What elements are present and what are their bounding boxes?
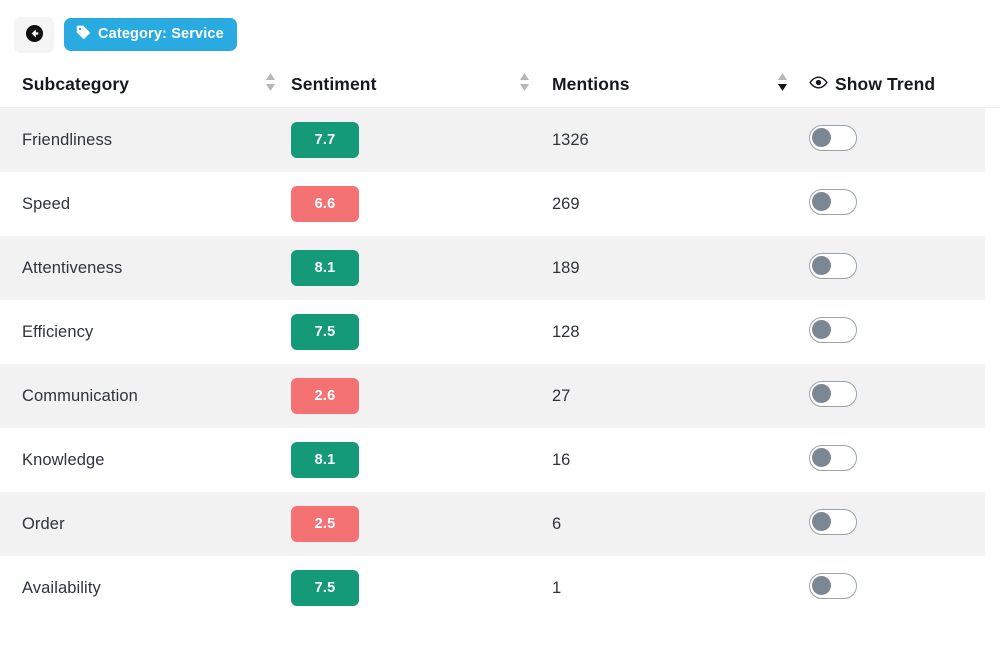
cell-mentions: 27 [552,386,571,405]
back-button[interactable] [14,16,54,53]
show-trend-toggle[interactable] [809,316,857,343]
tag-icon [75,24,91,44]
column-header-show-trend-label: Show Trend [835,74,936,94]
column-header-mentions[interactable]: Mentions [542,74,764,95]
show-trend-toggle[interactable] [809,380,857,407]
toggle-knob [812,319,832,339]
table-row[interactable]: Friendliness 7.7 1326 [0,108,985,172]
eye-icon [809,74,828,95]
table-row[interactable]: Knowledge 8.1 16 [0,428,985,492]
toggle-knob [812,383,832,403]
show-trend-toggle[interactable] [809,188,857,215]
cell-subcategory: Friendliness [22,130,113,149]
sort-control-mentions[interactable] [764,71,800,98]
arrow-left-circle-icon [25,24,44,46]
show-trend-toggle[interactable] [809,444,857,471]
table-row[interactable]: Speed 6.6 269 [0,172,985,236]
category-filter-label: Category: Service [98,25,224,42]
sort-control-sentiment[interactable] [506,71,542,98]
show-trend-toggle[interactable] [809,252,857,279]
cell-mentions: 1326 [552,130,589,149]
show-trend-toggle[interactable] [809,124,857,151]
cell-mentions: 269 [552,194,580,213]
cell-subcategory: Speed [22,194,71,213]
cell-mentions: 6 [552,514,562,533]
sort-descending-icon[interactable] [777,71,788,98]
category-filter-tag[interactable]: Category: Service [64,18,237,51]
cell-mentions: 1 [552,578,562,597]
sentiment-table: Subcategory Sentiment Mentions Show Tren… [0,62,1000,620]
column-header-sentiment[interactable]: Sentiment [288,74,506,95]
table-row[interactable]: Availability 7.5 1 [0,556,985,620]
cell-subcategory: Attentiveness [22,258,123,277]
table-row[interactable]: Efficiency 7.5 128 [0,300,985,364]
table-row[interactable]: Attentiveness 8.1 189 [0,236,985,300]
sentiment-score-badge: 8.1 [291,442,359,478]
toggle-knob [812,255,832,275]
sentiment-score-badge: 2.6 [291,378,359,414]
cell-subcategory: Efficiency [22,322,94,341]
toggle-knob [812,511,832,531]
cell-subcategory: Availability [22,578,101,597]
sentiment-score-badge: 7.5 [291,570,359,606]
sort-unsorted-icon[interactable] [519,71,530,98]
table-row[interactable]: Communication 2.6 27 [0,364,985,428]
cell-subcategory: Knowledge [22,450,105,469]
column-header-subcategory[interactable]: Subcategory [0,74,252,95]
table-row[interactable]: Order 2.5 6 [0,492,985,556]
column-header-sentiment-label: Sentiment [291,74,377,94]
column-header-subcategory-label: Subcategory [22,74,130,94]
table-header-row: Subcategory Sentiment Mentions Show Tren… [0,62,1000,108]
show-trend-toggle[interactable] [809,508,857,535]
column-header-mentions-label: Mentions [552,74,630,94]
cell-mentions: 128 [552,322,580,341]
cell-subcategory: Communication [22,386,138,405]
sentiment-score-badge: 6.6 [291,186,359,222]
toggle-knob [812,575,832,595]
table-body: Friendliness 7.7 1326 Speed 6.6 269 Attentiven… [0,108,1000,620]
column-header-show-trend: Show Trend [800,74,980,95]
show-trend-toggle[interactable] [809,572,857,599]
toggle-knob [812,191,832,211]
sort-unsorted-icon[interactable] [265,71,276,98]
sort-control-subcategory[interactable] [252,71,288,98]
toggle-knob [812,127,832,147]
toolbar: Category: Service [0,0,1000,56]
toggle-knob [812,447,832,467]
cell-mentions: 189 [552,258,580,277]
subcategory-sentiment-panel: Category: Service Subcategory Sentiment [0,0,1000,653]
cell-subcategory: Order [22,514,65,533]
sentiment-score-badge: 7.5 [291,314,359,350]
sentiment-score-badge: 2.5 [291,506,359,542]
sentiment-score-badge: 8.1 [291,250,359,286]
cell-mentions: 16 [552,450,571,469]
sentiment-score-badge: 7.7 [291,122,359,158]
